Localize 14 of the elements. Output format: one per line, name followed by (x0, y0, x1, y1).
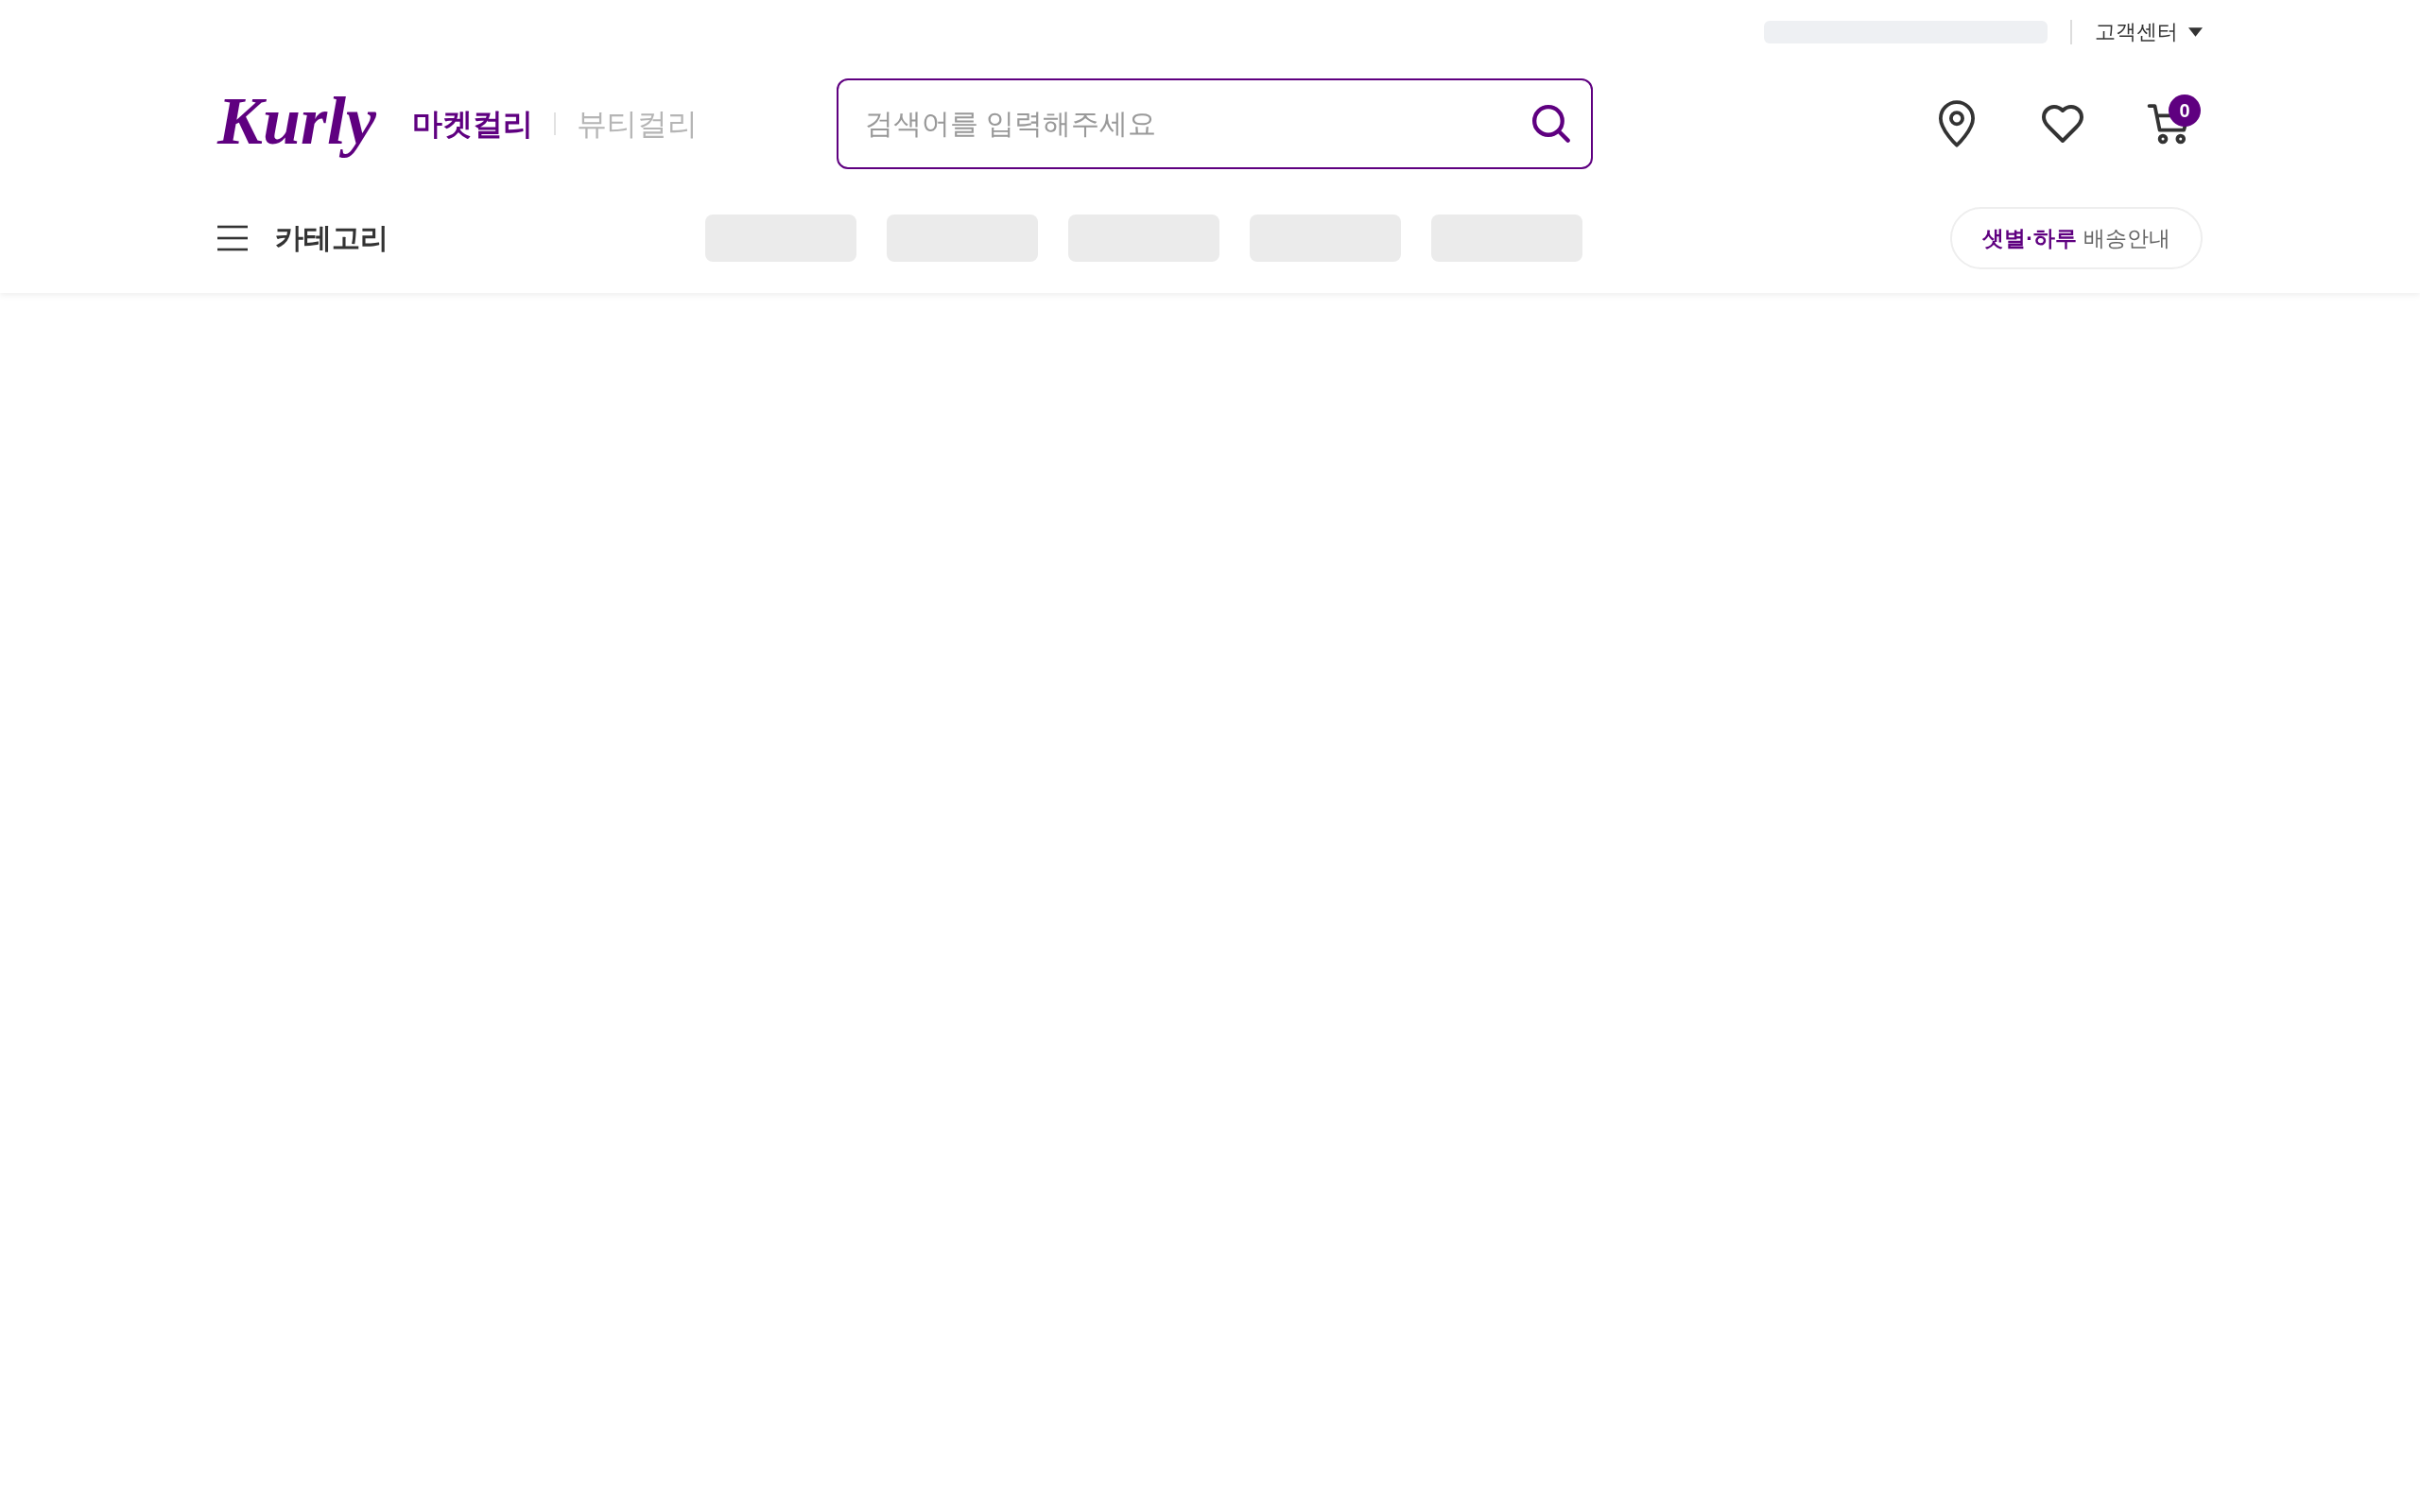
heart-icon (2042, 105, 2083, 143)
menu-icon (217, 225, 248, 251)
cart-count-badge: 0 (2169, 94, 2201, 127)
delivery-guide-button[interactable]: 샛별·하루 배송안내 (1950, 207, 2203, 269)
category-menu-button[interactable]: 카테고리 (217, 224, 389, 252)
service-tab[interactable]: 마켓컬리 (412, 109, 534, 139)
caret-icon (2188, 27, 2203, 37)
brand-logo[interactable]: Kurly (217, 87, 377, 161)
customer-center-menu[interactable]: 고객센터 (2095, 22, 2203, 43)
search-icon (1532, 105, 1570, 143)
location-pin-icon (1938, 100, 1976, 147)
search-field[interactable]: 검색어를 입력해주세요 (837, 78, 1593, 169)
cart-button[interactable]: 0 (2135, 90, 2203, 158)
search-button[interactable] (1532, 105, 1570, 143)
